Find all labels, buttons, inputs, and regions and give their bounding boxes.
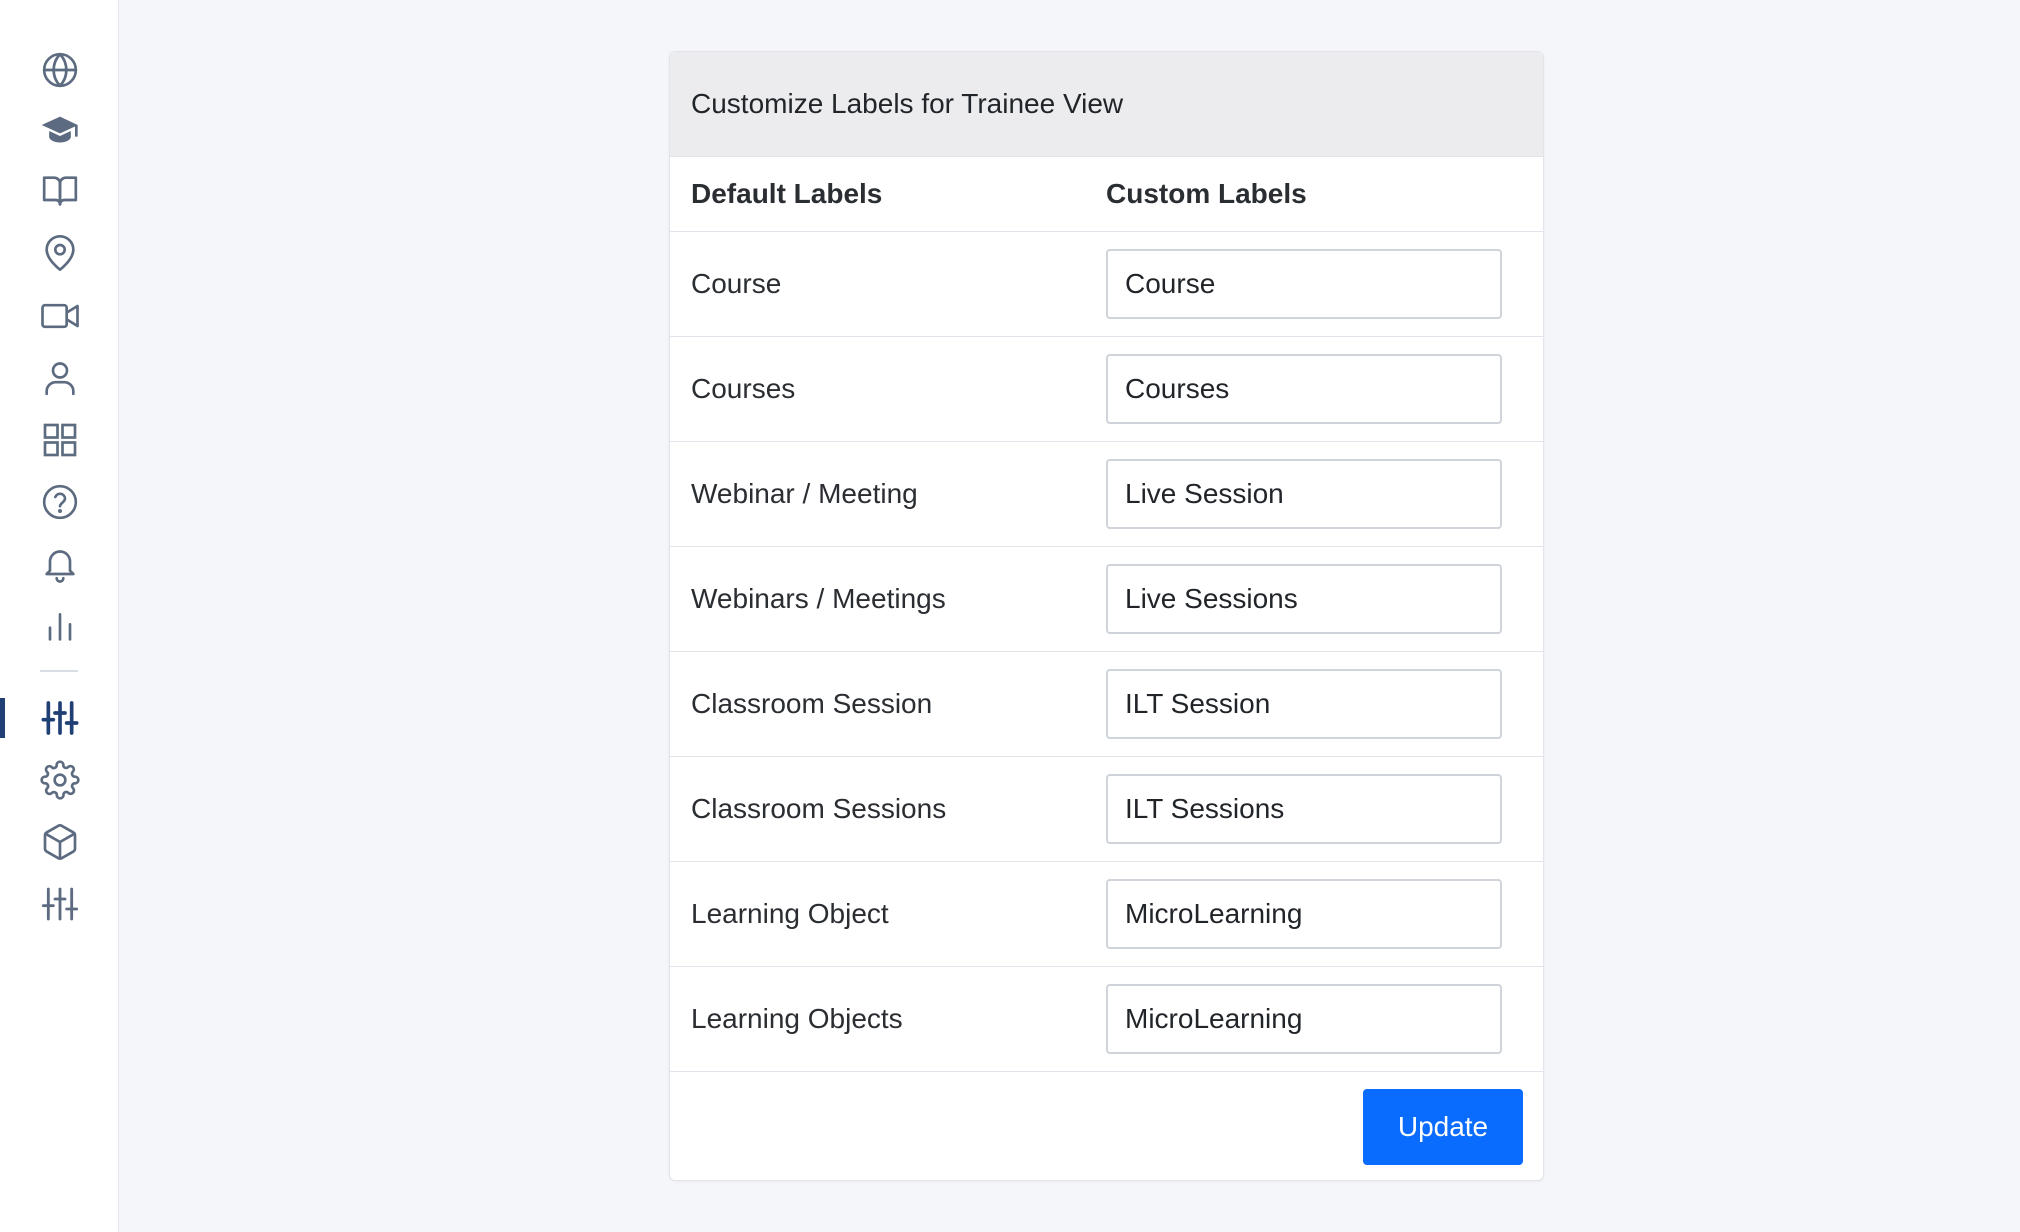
default-label: Classroom Session (691, 688, 933, 719)
nav-item-notifications[interactable] (0, 536, 119, 592)
table-row: Course (670, 232, 1543, 337)
card-title: Customize Labels for Trainee View (670, 52, 1543, 157)
default-label: Course (691, 268, 782, 299)
customize-labels-card: Customize Labels for Trainee View Defaul… (669, 51, 1544, 1181)
nav-item-library[interactable] (0, 163, 119, 219)
update-button[interactable]: Update (1363, 1088, 1523, 1165)
custom-label-input-learning-objects[interactable] (1106, 984, 1502, 1054)
sidebar-divider (40, 670, 78, 672)
card-footer: Update (670, 1072, 1543, 1181)
box-icon (43, 824, 76, 860)
table-row: Webinar / Meeting (670, 442, 1543, 547)
default-labels-header: Default Labels (691, 178, 883, 209)
sliders-icon (41, 701, 78, 735)
custom-label-input-learning-object[interactable] (1106, 879, 1502, 949)
nav-item-webinars[interactable] (0, 288, 119, 344)
custom-label-input-classroom-sessions[interactable] (1106, 774, 1502, 844)
sliders-icon (41, 887, 78, 921)
nav-item-settings[interactable] (0, 752, 119, 808)
default-label: Webinar / Meeting (691, 478, 918, 509)
nav-item-locations[interactable] (0, 225, 119, 281)
graduation-cap-icon (41, 116, 78, 143)
default-label: Classroom Sessions (691, 793, 947, 824)
bell-icon (44, 550, 75, 583)
custom-label-input-course[interactable] (1106, 249, 1502, 319)
map-pin-icon (44, 235, 75, 271)
table-row: Classroom Session (670, 652, 1543, 757)
help-circle-icon (42, 484, 77, 520)
nav-item-globe[interactable] (0, 42, 119, 98)
default-label: Courses (691, 373, 796, 404)
table-row: Learning Objects (670, 967, 1543, 1072)
table-row: Learning Object (670, 862, 1543, 967)
video-camera-icon (40, 303, 79, 329)
nav-item-catalog[interactable] (0, 412, 119, 468)
gear-icon (39, 760, 80, 800)
custom-label-input-courses[interactable] (1106, 354, 1502, 424)
default-label: Learning Object (691, 898, 889, 929)
table-row: Courses (670, 337, 1543, 442)
user-icon (44, 362, 75, 396)
default-label: Webinars / Meetings (691, 583, 946, 614)
sidebar (0, 0, 119, 1232)
book-open-icon (42, 176, 77, 206)
custom-label-input-webinar[interactable] (1106, 459, 1502, 529)
bar-chart-icon (48, 613, 71, 641)
nav-item-integrations[interactable] (0, 814, 119, 870)
custom-labels-header: Custom Labels (1106, 178, 1307, 209)
table-row: Webinars / Meetings (670, 547, 1543, 652)
nav-item-preferences[interactable] (0, 876, 119, 932)
nav-item-help[interactable] (0, 474, 119, 530)
custom-label-input-webinars[interactable] (1106, 564, 1502, 634)
custom-label-input-classroom-session[interactable] (1106, 669, 1502, 739)
nav-item-reports[interactable] (0, 598, 119, 654)
table-row: Classroom Sessions (670, 757, 1543, 862)
grid-icon (43, 423, 76, 457)
nav-item-courses[interactable] (0, 102, 119, 158)
default-label: Learning Objects (691, 1003, 903, 1034)
globe-icon (42, 52, 77, 88)
nav-item-customization[interactable] (0, 690, 119, 746)
nav-item-users[interactable] (0, 350, 119, 406)
table-header: Default Labels Custom Labels (670, 157, 1543, 232)
